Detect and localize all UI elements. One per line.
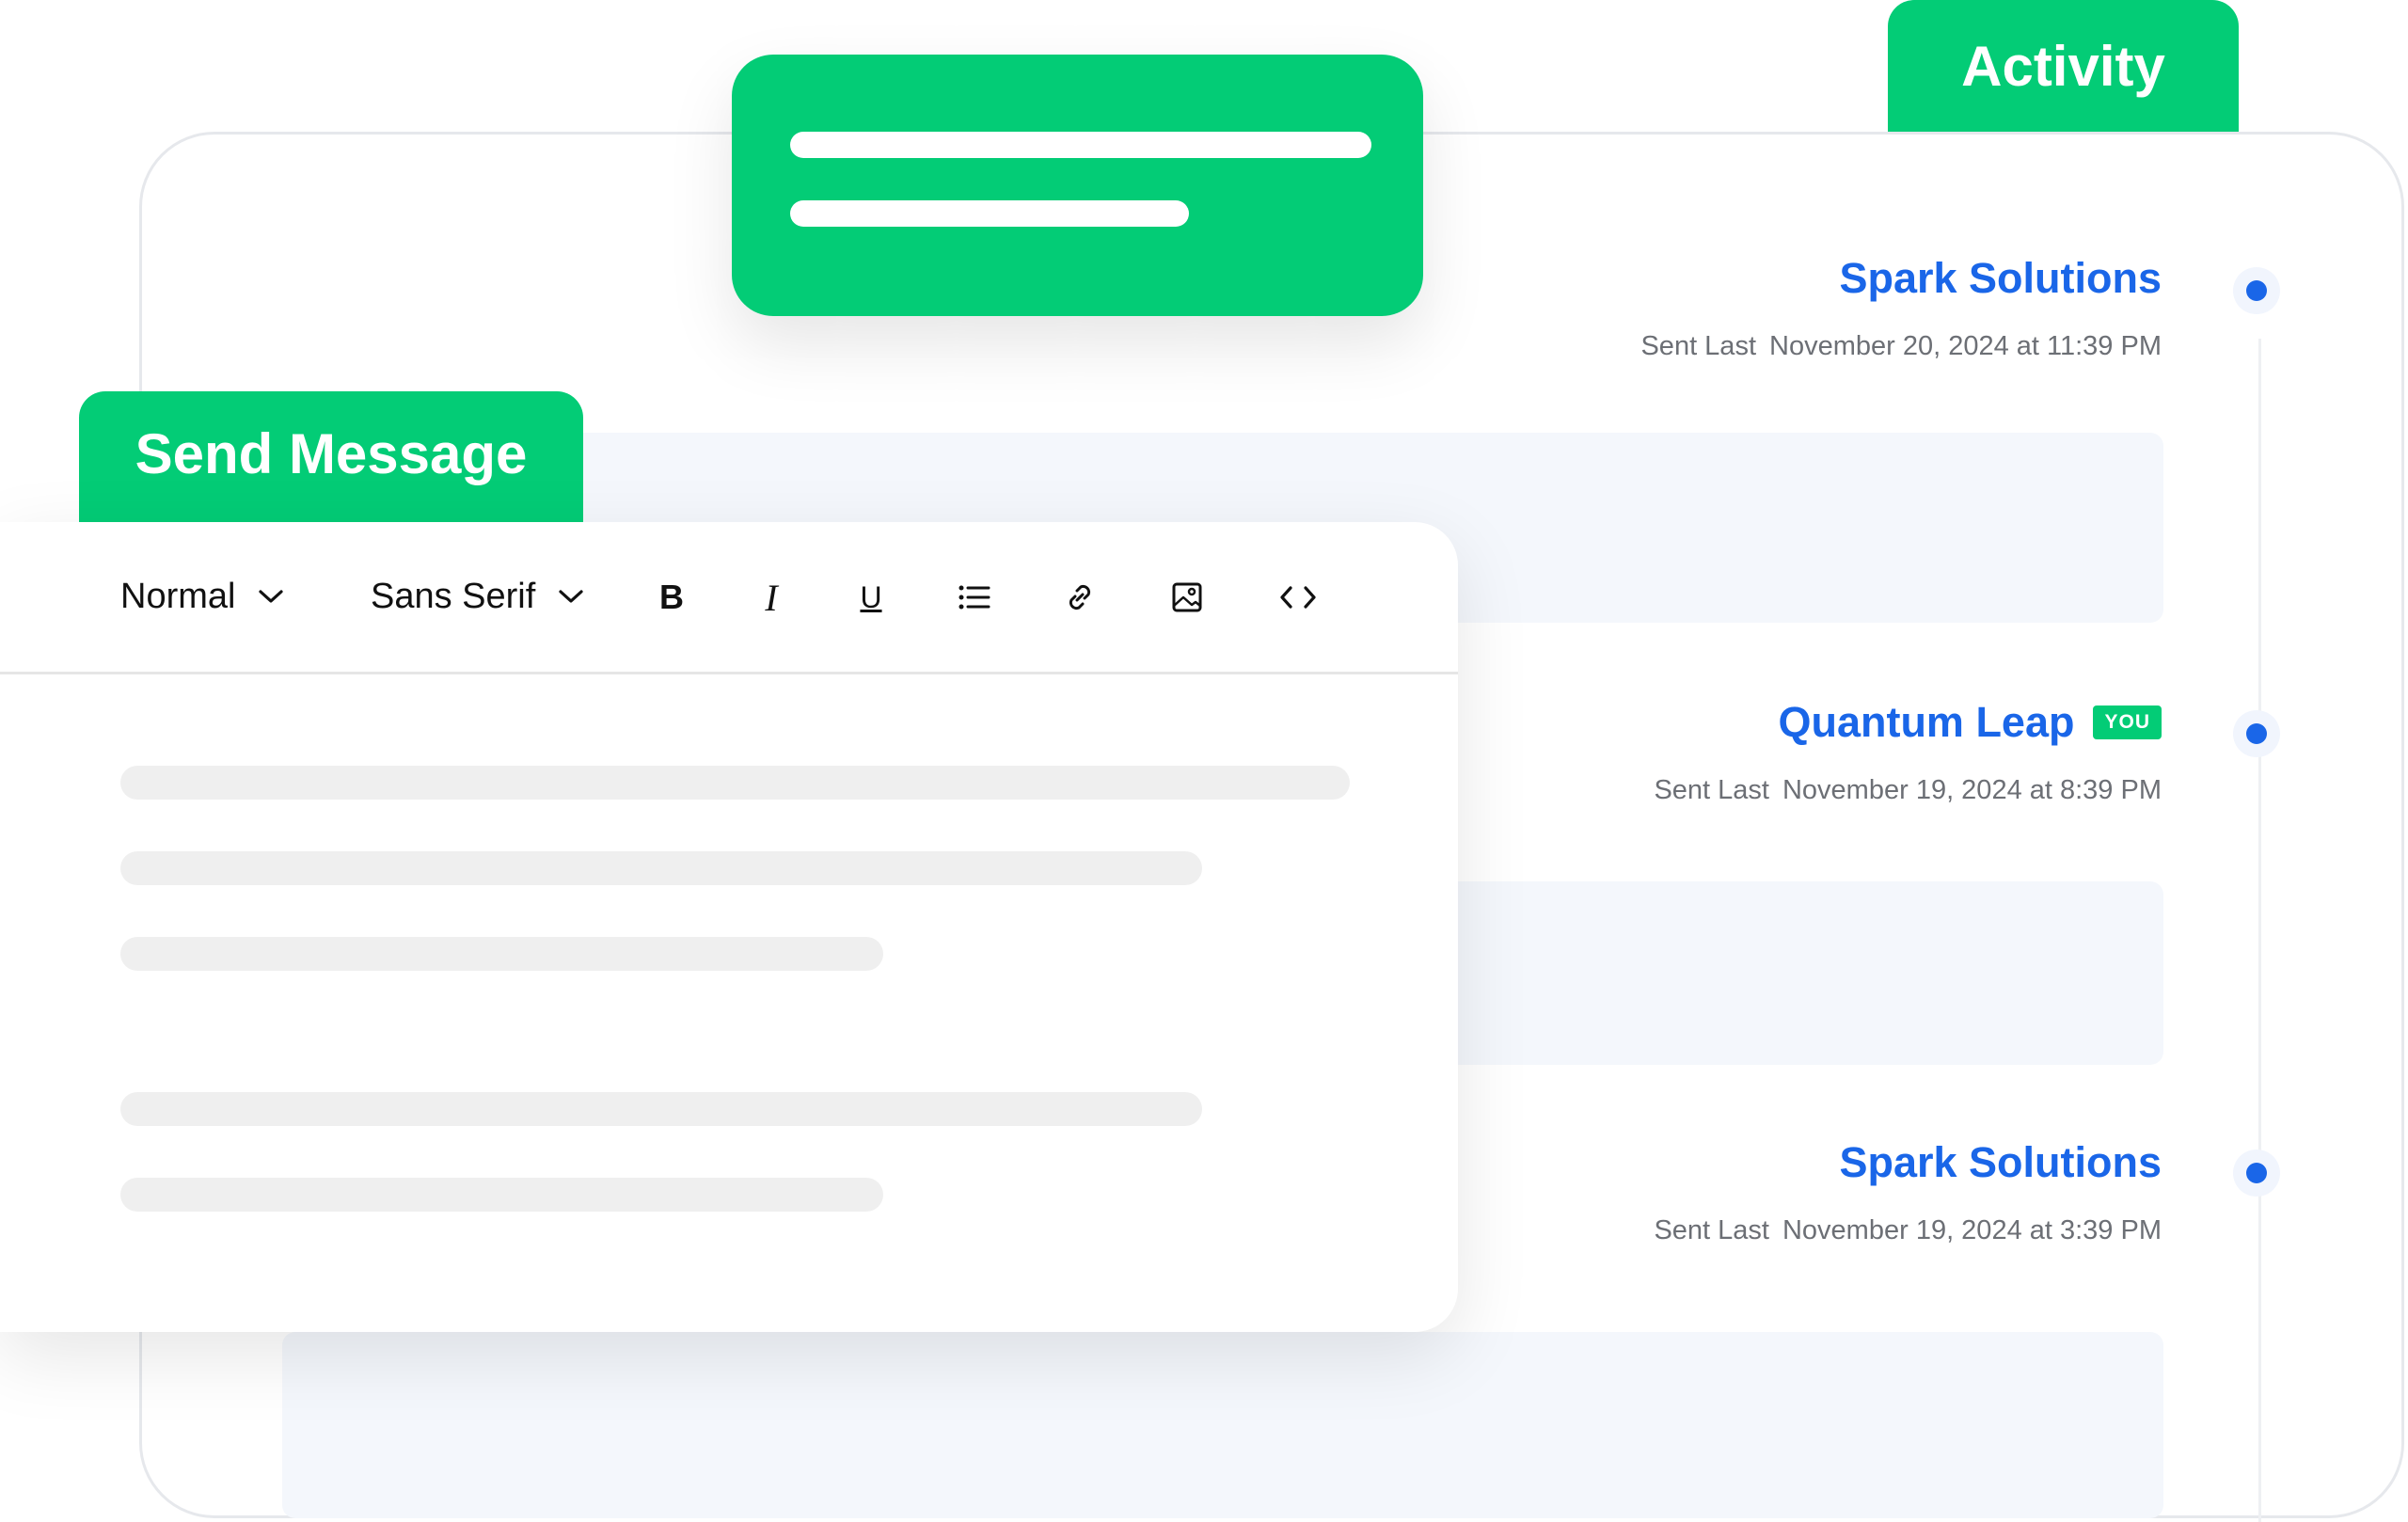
timeline-dot [2246, 1163, 2267, 1183]
text-placeholder-line [120, 1178, 883, 1212]
font-select-value: Sans Serif [371, 576, 536, 616]
image-icon [1172, 582, 1202, 612]
italic-icon: I [765, 576, 778, 619]
bullet-list-button[interactable] [946, 569, 1003, 626]
note-line [790, 200, 1189, 227]
chevron-down-icon [259, 590, 284, 603]
sent-label: Sent Last [1640, 331, 1756, 361]
timeline-dot [2246, 723, 2267, 744]
timeline-line [2258, 339, 2261, 1522]
bold-button[interactable]: B [643, 569, 700, 626]
sent-date: November 20, 2024 at 11:39 PM [1769, 331, 2162, 361]
font-select[interactable]: Sans Serif [371, 567, 584, 626]
format-select[interactable]: Normal [120, 567, 284, 626]
link-icon [1069, 584, 1091, 610]
code-button[interactable] [1270, 569, 1326, 626]
sent-label: Sent Last [1654, 1215, 1769, 1245]
text-placeholder-line [120, 937, 883, 971]
activity-tab[interactable]: Activity [1888, 0, 2239, 132]
text-placeholder-line [120, 851, 1202, 885]
message-editor: Normal Sans Serif B I U [0, 522, 1458, 1332]
note-card [732, 55, 1423, 316]
activity-entry-name[interactable]: Spark Solutions [1839, 254, 2162, 303]
sender-name[interactable]: Spark Solutions [1839, 1138, 2162, 1187]
text-placeholder-line [120, 766, 1350, 800]
message-preview-box[interactable] [1411, 881, 2163, 1065]
sender-name[interactable]: Quantum Leap [1778, 698, 2074, 747]
send-message-tab[interactable]: Send Message [79, 391, 583, 525]
bold-icon: B [659, 578, 684, 616]
underline-button[interactable]: U [843, 569, 899, 626]
activity-entry-name[interactable]: Spark Solutions [1839, 1138, 2162, 1187]
sent-date: November 19, 2024 at 3:39 PM [1782, 1215, 2162, 1245]
timeline-dot [2246, 280, 2267, 301]
bullet-list-icon [958, 585, 990, 610]
editor-toolbar: Normal Sans Serif B I U [0, 522, 1458, 674]
code-icon [1280, 586, 1316, 609]
format-select-value: Normal [120, 576, 236, 616]
underline-icon: U [860, 579, 882, 614]
text-placeholder-line [120, 1092, 1202, 1126]
image-button[interactable] [1159, 569, 1215, 626]
activity-entry-meta: Sent Last November 19, 2024 at 3:39 PM [1654, 1215, 2162, 1246]
activity-entry-meta: Sent Last November 20, 2024 at 11:39 PM [1640, 331, 2162, 362]
note-line [790, 132, 1371, 158]
chevron-down-icon [559, 590, 583, 603]
activity-entry-meta: Sent Last November 19, 2024 at 8:39 PM [1654, 775, 2162, 806]
you-badge: YOU [2093, 706, 2162, 739]
sender-name[interactable]: Spark Solutions [1839, 254, 2162, 303]
link-button[interactable] [1052, 569, 1108, 626]
sent-date: November 19, 2024 at 8:39 PM [1782, 775, 2162, 805]
activity-entry-name[interactable]: Quantum Leap YOU [1778, 698, 2162, 747]
italic-button[interactable]: I [743, 569, 800, 626]
sent-label: Sent Last [1654, 775, 1769, 805]
message-preview-box[interactable] [282, 1332, 2163, 1518]
